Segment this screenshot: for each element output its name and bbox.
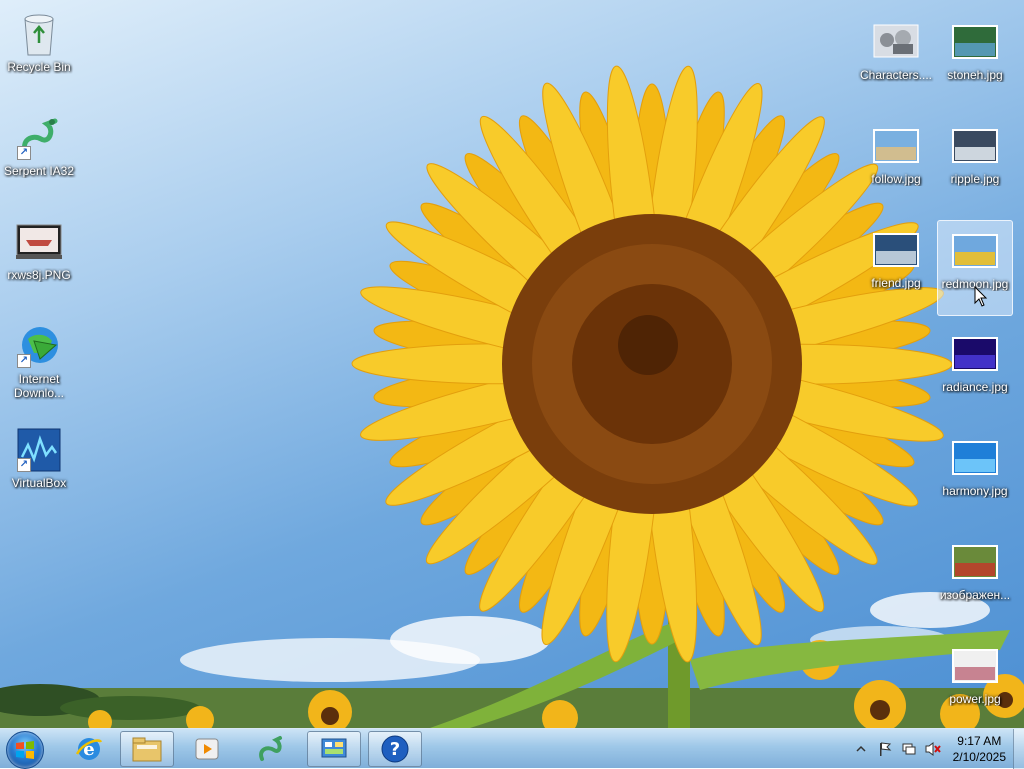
- serpent-taskbar-icon: [259, 736, 282, 761]
- internet-explorer-icon: e: [75, 738, 103, 760]
- desktop-icon[interactable]: harmony.jpg: [937, 428, 1013, 524]
- desktop-icon[interactable]: Characters....: [858, 12, 934, 108]
- desktop-icon[interactable]: follow.jpg: [858, 116, 934, 212]
- desktop-icon-label: изображен...: [939, 588, 1011, 602]
- clock-date: 2/10/2025: [952, 750, 1006, 764]
- action-center-flag-icon[interactable]: [876, 740, 894, 758]
- internet-download-manager-icon: ↗: [15, 322, 63, 370]
- show-hidden-icons-chevron-icon[interactable]: [852, 740, 870, 758]
- serpent-icon: ↗: [15, 114, 63, 162]
- desktop-icon[interactable]: изображен...: [937, 532, 1013, 628]
- clock-time: 9:17 AM: [957, 734, 1002, 748]
- desktop-icon[interactable]: ↗ Serpent IA32: [1, 108, 77, 204]
- taskbar: e ? 9:17 AM 2/10/2025: [0, 728, 1024, 769]
- desktop-icon[interactable]: ripple.jpg: [937, 116, 1013, 212]
- shortcut-arrow-icon: ↗: [17, 146, 31, 160]
- characters-folder-icon: [872, 18, 920, 66]
- desktop-icon-label: Characters....: [859, 68, 933, 82]
- desktop-icon[interactable]: friend.jpg: [858, 220, 934, 316]
- start-button[interactable]: [6, 731, 44, 769]
- mouse-cursor-icon: [974, 286, 988, 307]
- desktop-icon[interactable]: stoneh.jpg: [937, 12, 1013, 108]
- taskbar-media-player-button[interactable]: [180, 731, 234, 767]
- show-desktop-button[interactable]: [1013, 729, 1024, 769]
- desktop-icon-label: Recycle Bin: [7, 60, 71, 74]
- image-thumbnail-icon: [872, 226, 920, 274]
- desktop-icon-label: friend.jpg: [871, 276, 921, 290]
- desktop-icon[interactable]: ↗ Internet Downlo...: [1, 316, 77, 412]
- taskbar-help-button[interactable]: ?: [368, 731, 422, 767]
- desktop-icon-label: follow.jpg: [871, 172, 921, 186]
- image-thumbnail-icon: [951, 18, 999, 66]
- shortcut-arrow-icon: ↗: [17, 458, 31, 472]
- image-thumbnail-icon: [951, 227, 999, 275]
- taskbar-serpent-button[interactable]: [244, 731, 298, 767]
- desktop-icon[interactable]: rxws8j.PNG: [1, 212, 77, 308]
- desktop-icon-label: harmony.jpg: [942, 484, 1008, 498]
- desktop-icon-label: rxws8j.PNG: [7, 268, 71, 282]
- taskbar-control-panel-button[interactable]: [307, 731, 361, 767]
- sunflower-wallpaper: [0, 65, 1024, 728]
- image-thumbnail-icon: [951, 122, 999, 170]
- image-thumbnail-icon: [951, 434, 999, 482]
- help-icon: ?: [381, 735, 409, 763]
- desktop-icon-label: radiance.jpg: [942, 380, 1008, 394]
- recycle-bin-icon: [15, 10, 63, 58]
- image-thumbnail-icon: [872, 122, 920, 170]
- media-player-icon: [195, 738, 219, 760]
- virtualbox-icon: ↗: [15, 426, 63, 474]
- svg-text:?: ?: [390, 739, 400, 760]
- system-clock[interactable]: 9:17 AM 2/10/2025: [953, 733, 1006, 765]
- desktop-icon-label: Serpent IA32: [3, 164, 75, 178]
- notification-area: 9:17 AM 2/10/2025: [849, 729, 1010, 769]
- desktop-icon-label: Internet Downlo...: [13, 372, 65, 400]
- windows-logo-icon: [16, 741, 34, 759]
- desktop-icon[interactable]: Recycle Bin: [1, 4, 77, 100]
- file-explorer-icon: [132, 737, 162, 762]
- desktop-icon[interactable]: ↗ VirtualBox: [1, 420, 77, 516]
- image-file-icon: [15, 218, 63, 266]
- desktop-icon[interactable]: power.jpg: [937, 636, 1013, 728]
- taskbar-file-explorer-button[interactable]: [120, 731, 174, 767]
- image-thumbnail-icon: [951, 642, 999, 690]
- desktop-icon-label: VirtualBox: [11, 476, 67, 490]
- desktop-icon-label: power.jpg: [949, 692, 1001, 706]
- desktop: Recycle Bin ↗ Serpent IA32 rxws8j.PNG ↗ Inter…: [0, 0, 1024, 728]
- network-icon[interactable]: [900, 740, 918, 758]
- taskbar-internet-explorer-button[interactable]: e: [62, 731, 116, 767]
- control-panel-icon: [321, 738, 347, 758]
- shortcut-arrow-icon: ↗: [17, 354, 31, 368]
- desktop-icon[interactable]: radiance.jpg: [937, 324, 1013, 420]
- image-thumbnail-icon: [951, 538, 999, 586]
- desktop-icon-label: ripple.jpg: [950, 172, 1000, 186]
- volume-muted-icon[interactable]: [924, 740, 942, 758]
- desktop-icon-label: stoneh.jpg: [947, 68, 1003, 82]
- image-thumbnail-icon: [951, 330, 999, 378]
